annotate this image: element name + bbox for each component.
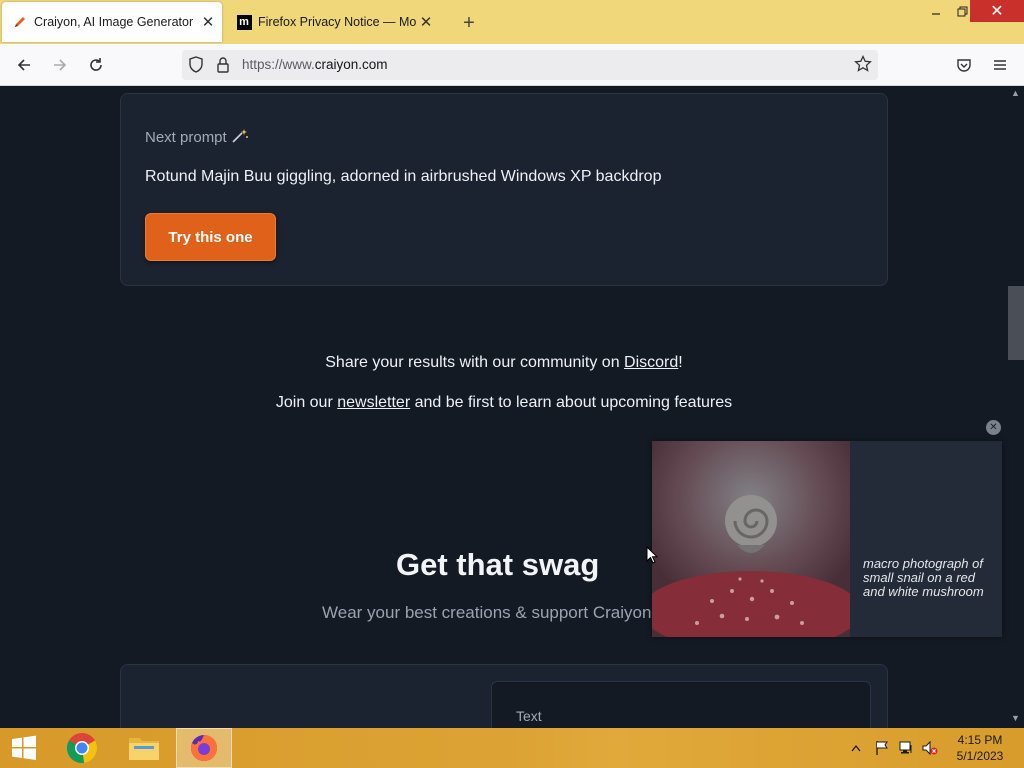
action-center-flag-icon[interactable] [874, 728, 890, 768]
tracking-shield-icon[interactable] [188, 56, 204, 79]
scrollbar-thumb[interactable] [1008, 286, 1024, 360]
newsletter-line: Join our newsletter and be first to lear… [0, 394, 1008, 412]
menu-icon[interactable] [986, 51, 1014, 79]
windows-taskbar: 4:15 PM 5/1/2023 [0, 728, 1024, 768]
scroll-up-icon[interactable]: ▲ [1011, 88, 1020, 98]
next-prompt-card: Next prompt Rotund Majin Buu giggling, a… [120, 93, 888, 286]
try-this-one-button[interactable]: Try this one [145, 213, 276, 261]
url-text[interactable]: https://www.craiyon.com [242, 57, 388, 72]
tab-craiyon[interactable]: Craiyon, AI Image Generator ✕ [2, 2, 222, 42]
bookmark-star-icon[interactable] [854, 54, 872, 78]
minimize-icon[interactable] [922, 0, 950, 22]
mozilla-icon: m [236, 14, 252, 30]
tab-firefox-privacy[interactable]: m Firefox Privacy Notice — Mozilla ✕ [226, 2, 440, 42]
next-prompt-label-text: Next prompt [145, 129, 227, 146]
newsletter-link[interactable]: newsletter [337, 394, 410, 411]
mozilla-logo: m [236, 14, 252, 30]
swag-card: Text [120, 664, 888, 728]
page-scrollbar[interactable]: ▲ ▼ [1008, 86, 1024, 728]
text-field-label: Text [516, 708, 542, 724]
url-scheme: https://www. [242, 57, 315, 72]
close-tab-icon[interactable]: ✕ [198, 12, 218, 32]
file-explorer-taskbar-button[interactable] [116, 728, 172, 768]
firefox-taskbar-button[interactable] [176, 728, 232, 768]
start-button[interactable] [0, 728, 48, 768]
swag-heading: Get that swag [396, 547, 600, 582]
reload-icon[interactable] [82, 51, 110, 79]
forward-icon[interactable] [46, 51, 74, 79]
mouse-cursor-icon [646, 545, 659, 570]
chrome-taskbar-button[interactable] [54, 728, 110, 768]
share-prefix: Share your results with our community on [325, 354, 625, 371]
close-popup-icon[interactable]: ✕ [986, 420, 1001, 435]
system-clock[interactable]: 4:15 PM 5/1/2023 [948, 732, 1012, 764]
close-window-icon[interactable]: ✕ [970, 0, 1024, 22]
next-prompt-label: Next prompt [145, 128, 249, 146]
tab-title: Craiyon, AI Image Generator [34, 15, 194, 29]
network-icon[interactable] [898, 728, 916, 768]
join-suffix: and be first to learn about upcoming fea… [410, 394, 733, 411]
scroll-down-icon[interactable]: ▼ [1011, 713, 1020, 723]
url-host: craiyon.com [314, 57, 388, 72]
magic-wand-icon [231, 129, 249, 146]
pocket-icon[interactable] [950, 51, 978, 79]
chrome-icon [66, 733, 98, 764]
text-input-panel[interactable]: Text [491, 681, 871, 728]
navigation-bar: https://www.craiyon.com [0, 44, 1024, 86]
discord-link[interactable]: Discord [624, 354, 678, 371]
firefox-icon [191, 735, 217, 761]
join-prefix: Join our [275, 394, 338, 411]
clock-time: 4:15 PM [957, 733, 1003, 747]
windows-logo-icon [12, 735, 36, 760]
image-caption: macro photograph of small snail on a red… [863, 556, 984, 599]
address-bar[interactable]: https://www.craiyon.com [182, 50, 878, 80]
back-icon[interactable] [10, 51, 38, 79]
floating-image-popup[interactable]: macro photograph of small snail on a red… [652, 441, 1002, 637]
close-tab-icon[interactable]: ✕ [416, 12, 436, 32]
lock-icon[interactable] [216, 56, 230, 79]
next-prompt-text: Rotund Majin Buu giggling, adorned in ai… [145, 168, 662, 185]
share-suffix: ! [678, 354, 683, 371]
tab-strip: Craiyon, AI Image Generator ✕ m Firefox … [0, 0, 1024, 44]
new-tab-button[interactable]: + [456, 10, 482, 36]
show-hidden-icons-icon[interactable] [851, 728, 861, 768]
tab-title: Firefox Privacy Notice — Mozilla [258, 15, 416, 29]
snail-mushroom-image [652, 441, 850, 637]
pencil-icon [12, 14, 28, 30]
swag-subheading: Wear your best creations & support Craiy… [322, 603, 652, 622]
clock-date: 5/1/2023 [956, 749, 1004, 763]
volume-muted-icon[interactable] [921, 728, 939, 768]
share-discord-line: Share your results with our community on… [0, 354, 1008, 372]
folder-icon [129, 738, 159, 760]
